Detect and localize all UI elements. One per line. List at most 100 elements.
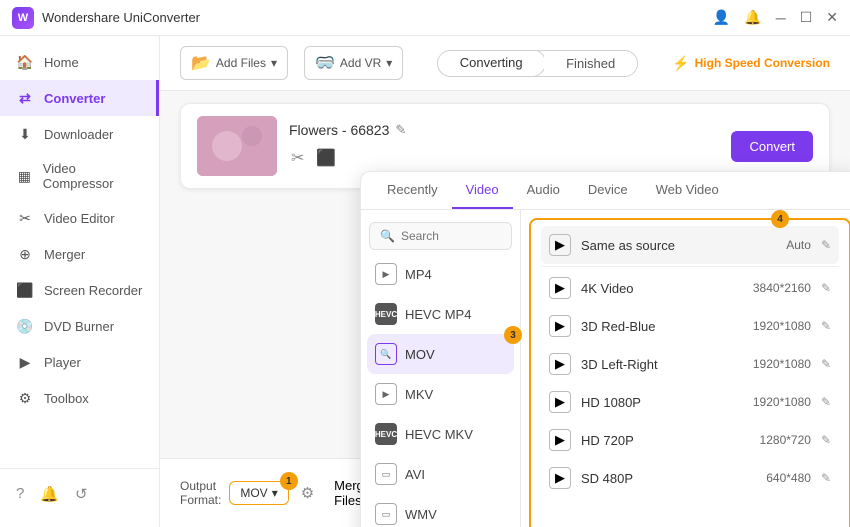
cut-icon[interactable]: ✂ <box>289 146 306 170</box>
3d-red-blue-icon: ▶ <box>549 315 571 337</box>
sidebar-item-label: DVD Burner <box>44 319 114 334</box>
editor-icon: ✂ <box>16 209 34 227</box>
format-label-hevc-mp4: HEVC MP4 <box>405 307 471 322</box>
quality-edit-icon-0[interactable]: ✎ <box>821 238 831 252</box>
sidebar-item-screen-recorder[interactable]: ⬛ Screen Recorder <box>0 272 159 308</box>
quality-label-same-as-source: Same as source <box>581 238 776 253</box>
main-layout: 🏠 Home ⇄ Converter ⬇ Downloader ▦ Video … <box>0 36 850 527</box>
add-files-dropdown-icon: ▾ <box>271 56 277 70</box>
titlebar-left: W Wondershare UniConverter <box>12 7 200 29</box>
display-icon[interactable]: ⬛ <box>314 146 338 170</box>
quality-label-3d-left-right: 3D Left-Right <box>581 357 743 372</box>
app-title: Wondershare UniConverter <box>42 10 200 25</box>
add-vr-button[interactable]: 🥽 Add VR ▾ <box>304 46 403 80</box>
quality-edit-icon-3[interactable]: ✎ <box>821 357 831 371</box>
format-dropdown-overlay: Recently Video Audio Device Web Video 🔍 <box>360 171 850 527</box>
notification-icon[interactable]: 🔔 <box>40 485 59 503</box>
quality-res-sd-480p: 640*480 <box>766 471 811 485</box>
format-item-wmv[interactable]: ▭ WMV <box>361 494 520 527</box>
add-files-button[interactable]: 📂 Add Files ▾ <box>180 46 288 80</box>
badge-mov: 3 <box>504 326 522 344</box>
sidebar-item-label: Downloader <box>44 127 113 142</box>
convert-button[interactable]: Convert <box>731 131 813 162</box>
quality-edit-icon-4[interactable]: ✎ <box>821 395 831 409</box>
format-item-mp4[interactable]: ▶ MP4 <box>361 254 520 294</box>
tab-device[interactable]: Device <box>574 172 642 209</box>
quality-item-hd-1080p[interactable]: ▶ HD 1080P 1920*1080 ✎ <box>541 383 839 421</box>
sidebar-item-label: Merger <box>44 247 85 262</box>
quality-res-3d-red-blue: 1920*1080 <box>753 319 811 333</box>
hd-720p-icon: ▶ <box>549 429 571 451</box>
quality-item-same-as-source[interactable]: ▶ Same as source Auto ✎ <box>541 226 839 264</box>
tab-group: Converting Finished <box>437 50 638 77</box>
sidebar-item-video-compressor[interactable]: ▦ Video Compressor <box>0 152 159 200</box>
quality-item-3d-red-blue[interactable]: ▶ 3D Red-Blue 1920*1080 ✎ <box>541 307 839 345</box>
file-name: Flowers - 66823 ✎ <box>289 122 719 138</box>
quality-item-3d-left-right[interactable]: ▶ 3D Left-Right 1920*1080 ✎ <box>541 345 839 383</box>
refresh-icon[interactable]: ↺ <box>75 485 88 503</box>
format-item-avi[interactable]: ▭ AVI <box>361 454 520 494</box>
output-format-dropdown[interactable]: MOV ▾ 1 <box>229 481 288 505</box>
bell-icon[interactable]: 🔔 <box>744 9 761 26</box>
user-icon[interactable]: 👤 <box>713 9 730 26</box>
4k-icon: ▶ <box>549 277 571 299</box>
maximize-icon[interactable]: ☐ <box>800 9 813 26</box>
tab-finished[interactable]: Finished <box>544 51 637 76</box>
format-list: 🔍 ▶ MP4 HEVC HEVC MP4 <box>361 210 521 527</box>
tab-video[interactable]: Video <box>452 172 513 209</box>
home-icon: 🏠 <box>16 53 34 71</box>
tab-converting[interactable]: Converting <box>437 50 545 77</box>
sidebar-item-video-editor[interactable]: ✂ Video Editor <box>0 200 159 236</box>
search-icon: 🔍 <box>380 229 395 243</box>
sidebar-item-converter[interactable]: ⇄ Converter <box>0 80 159 116</box>
close-icon[interactable]: ✕ <box>826 9 838 26</box>
quality-label-hd-720p: HD 720P <box>581 433 750 448</box>
help-icon[interactable]: ? <box>16 485 24 503</box>
format-item-hevc-mkv[interactable]: HEVC HEVC MKV <box>361 414 520 454</box>
sidebar-item-merger[interactable]: ⊕ Merger <box>0 236 159 272</box>
search-box[interactable]: 🔍 <box>369 222 512 250</box>
quality-label-3d-red-blue: 3D Red-Blue <box>581 319 743 334</box>
sidebar-item-player[interactable]: ▶ Player <box>0 344 159 380</box>
settings-icon[interactable]: ⚙ <box>301 484 314 502</box>
quality-item-4k[interactable]: ▶ 4K Video 3840*2160 ✎ <box>541 269 839 307</box>
format-item-mov[interactable]: 🔍 MOV 3 <box>367 334 514 374</box>
tab-web-video[interactable]: Web Video <box>642 172 733 209</box>
sidebar-item-home[interactable]: 🏠 Home <box>0 44 159 80</box>
compressor-icon: ▦ <box>16 167 33 185</box>
wmv-icon: ▭ <box>375 503 397 525</box>
recorder-icon: ⬛ <box>16 281 34 299</box>
mov-icon: 🔍 <box>375 343 397 365</box>
tab-audio[interactable]: Audio <box>513 172 574 209</box>
sidebar-bottom: ? 🔔 ↺ <box>0 468 159 519</box>
format-label-hevc-mkv: HEVC MKV <box>405 427 473 442</box>
quality-edit-icon-1[interactable]: ✎ <box>821 281 831 295</box>
format-dropdown-body: 🔍 ▶ MP4 HEVC HEVC MP4 <box>361 210 850 527</box>
dvd-icon: 💿 <box>16 317 34 335</box>
sidebar-item-dvd-burner[interactable]: 💿 DVD Burner <box>0 308 159 344</box>
sd-480p-icon: ▶ <box>549 467 571 489</box>
avi-icon: ▭ <box>375 463 397 485</box>
format-item-mkv[interactable]: ▶ MKV <box>361 374 520 414</box>
quality-res-3d-left-right: 1920*1080 <box>753 357 811 371</box>
hevc-mkv-icon: HEVC <box>375 423 397 445</box>
quality-item-sd-480p[interactable]: ▶ SD 480P 640*480 ✎ <box>541 459 839 497</box>
quality-edit-icon-5[interactable]: ✎ <box>821 433 831 447</box>
speed-icon: ⚡ <box>672 55 689 72</box>
minimize-icon[interactable]: ─ <box>776 10 786 26</box>
sidebar-item-downloader[interactable]: ⬇ Downloader <box>0 116 159 152</box>
file-edit-icon[interactable]: ✎ <box>395 122 406 138</box>
quality-edit-icon-6[interactable]: ✎ <box>821 471 831 485</box>
quality-item-hd-720p[interactable]: ▶ HD 720P 1280*720 ✎ <box>541 421 839 459</box>
tab-recently[interactable]: Recently <box>373 172 452 209</box>
speed-label: High Speed Conversion <box>695 56 830 70</box>
search-input[interactable] <box>401 229 501 243</box>
sidebar-item-toolbox[interactable]: ⚙ Toolbox <box>0 380 159 416</box>
hevc-mp4-icon: HEVC <box>375 303 397 325</box>
sidebar-item-label: Toolbox <box>44 391 89 406</box>
quality-res-hd-720p: 1280*720 <box>760 433 811 447</box>
sidebar-item-label: Converter <box>44 91 105 106</box>
toolbox-icon: ⚙ <box>16 389 34 407</box>
quality-edit-icon-2[interactable]: ✎ <box>821 319 831 333</box>
format-item-hevc-mp4[interactable]: HEVC HEVC MP4 <box>361 294 520 334</box>
